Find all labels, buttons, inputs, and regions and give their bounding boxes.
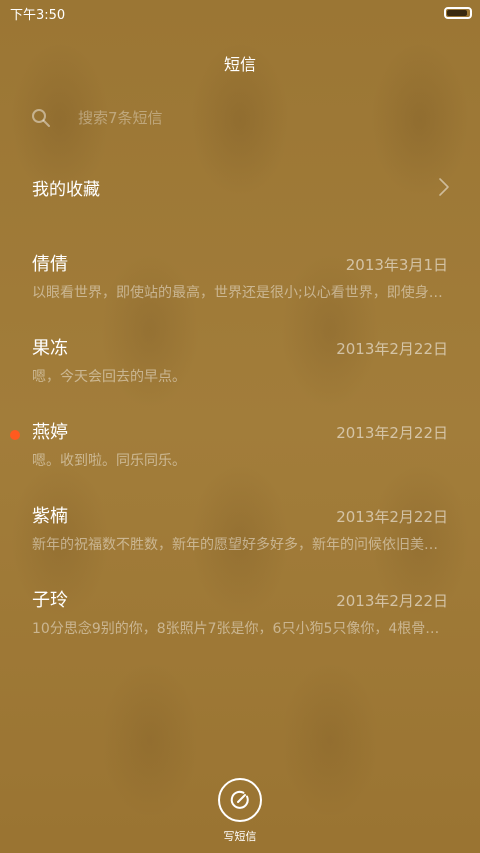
thread-row[interactable]: 果冻 2013年2月22日 嗯，今天会回去的早点。 xyxy=(0,322,480,406)
favorites-row[interactable]: 我的收藏 xyxy=(0,160,480,214)
title-bar: 短信 xyxy=(0,40,480,86)
favorites-label: 我的收藏 xyxy=(32,179,100,200)
thread-preview: 以眼看世界，即使站的最高，世界还是很小;以心看世界，即使身… xyxy=(32,285,443,301)
search-bar[interactable] xyxy=(30,100,450,136)
thread-name: 果冻 xyxy=(32,338,68,359)
thread-row[interactable]: 子玲 2013年2月22日 10分思念9别的你，8张照片7张是你，6只小狗5只像… xyxy=(0,574,480,658)
thread-row[interactable]: 倩倩 2013年3月1日 以眼看世界，即使站的最高，世界还是很小;以心看世界，即… xyxy=(0,238,480,322)
compose-button[interactable]: 写短信 xyxy=(200,778,280,844)
compose-icon[interactable] xyxy=(218,778,262,822)
thread-row[interactable]: 紫楠 2013年2月22日 新年的祝福数不胜数，新年的愿望好多好多，新年的问候依… xyxy=(0,490,480,574)
thread-row[interactable]: 燕婷 2013年2月22日 嗯。收到啦。同乐同乐。 xyxy=(0,406,480,490)
search-input[interactable] xyxy=(78,103,450,133)
compose-label: 写短信 xyxy=(223,830,257,843)
status-time: 下午3:50 xyxy=(10,7,66,23)
battery-icon xyxy=(444,7,472,19)
thread-name: 子玲 xyxy=(32,590,68,611)
thread-name: 燕婷 xyxy=(32,422,68,443)
thread-date: 2013年3月1日 xyxy=(345,256,448,274)
thread-list: 倩倩 2013年3月1日 以眼看世界，即使站的最高，世界还是很小;以心看世界，即… xyxy=(0,238,480,658)
thread-name: 紫楠 xyxy=(32,506,68,527)
thread-date: 2013年2月22日 xyxy=(336,424,448,442)
thread-preview: 10分思念9别的你，8张照片7张是你，6只小狗5只像你，4根骨… xyxy=(32,621,440,637)
battery-level xyxy=(447,10,467,16)
unread-dot xyxy=(10,430,20,440)
thread-date: 2013年2月22日 xyxy=(336,340,448,358)
chevron-right-icon xyxy=(438,177,450,197)
thread-date: 2013年2月22日 xyxy=(336,508,448,526)
thread-preview: 新年的祝福数不胜数，新年的愿望好多好多，新年的问候依旧美… xyxy=(32,537,438,553)
status-bar: 下午3:50 xyxy=(0,0,480,26)
page-title: 短信 xyxy=(223,55,256,74)
thread-preview: 嗯。收到啦。同乐同乐。 xyxy=(32,453,186,469)
thread-name: 倩倩 xyxy=(32,254,68,275)
thread-preview: 嗯，今天会回去的早点。 xyxy=(32,369,186,385)
search-icon[interactable] xyxy=(30,107,52,129)
thread-date: 2013年2月22日 xyxy=(336,592,448,610)
